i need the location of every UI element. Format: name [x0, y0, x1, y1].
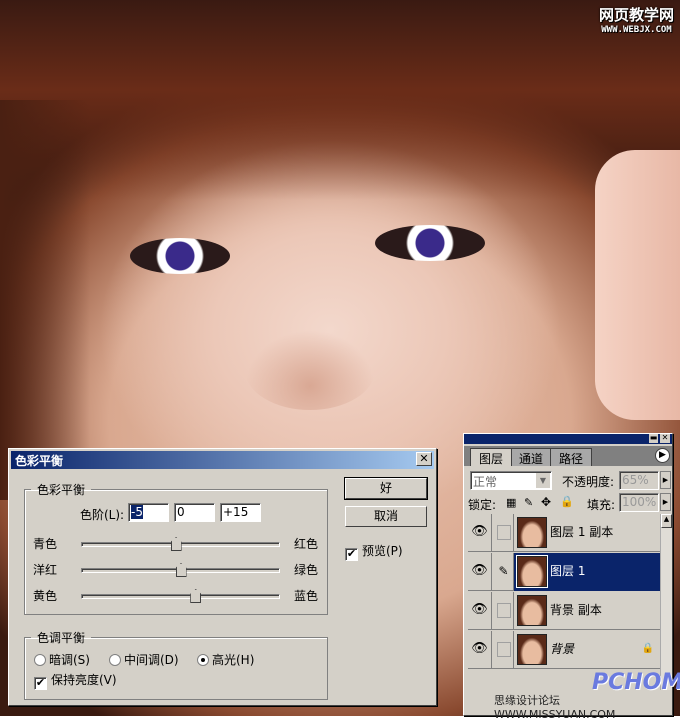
- tab-paths[interactable]: 路径: [550, 448, 593, 466]
- tab-channels[interactable]: 通道: [510, 448, 553, 466]
- ok-button[interactable]: 好: [344, 477, 428, 500]
- magenta-green-slider[interactable]: [81, 563, 280, 577]
- levels-label: 色阶(L):: [80, 508, 125, 522]
- radio-icon: [109, 654, 121, 666]
- lock-move-icon[interactable]: ✥: [541, 495, 551, 509]
- opacity-label: 不透明度:: [562, 475, 615, 489]
- preserve-luminosity-checkbox[interactable]: ✔ 保持亮度(V): [34, 671, 117, 690]
- left-eye: [130, 238, 230, 274]
- magenta-label: 洋红: [33, 563, 58, 577]
- tab-layers[interactable]: 图层: [470, 448, 513, 466]
- layer-thumbnail: [516, 555, 548, 588]
- dialog-titlebar: 色彩平衡 ✕: [11, 451, 434, 469]
- eye-icon[interactable]: 👁: [468, 631, 492, 669]
- panel-menu-icon[interactable]: ▶: [655, 448, 670, 463]
- yellow-blue-slider[interactable]: [81, 589, 280, 603]
- blend-mode-select[interactable]: 正常 ▼: [470, 471, 552, 490]
- fill-arrow[interactable]: ▶: [660, 493, 671, 511]
- cyan-label: 青色: [33, 537, 58, 551]
- hair: [0, 0, 680, 200]
- shadows-radio[interactable]: 暗调(S): [34, 651, 90, 668]
- close-button[interactable]: ✕: [416, 452, 432, 466]
- layers-panel: ▬ ✕ 图层 通道 路径 ▶ 正常 ▼ 不透明度: 65% ▶ 锁定: ▦ ✎ ✥…: [463, 433, 680, 721]
- scroll-up-arrow[interactable]: ▲: [661, 514, 672, 528]
- nose: [245, 330, 375, 410]
- level-yellow-blue-input[interactable]: +15: [220, 503, 261, 522]
- footer-watermark: 思缘设计论坛 WWW.MISSYUAN.COM: [494, 694, 616, 721]
- right-eye: [375, 225, 485, 261]
- cyan-red-slider[interactable]: [81, 537, 280, 551]
- layer-thumbnail: [517, 595, 547, 626]
- lock-label: 锁定:: [468, 498, 497, 512]
- cancel-button[interactable]: 取消: [345, 506, 427, 527]
- level-cyan-red-input[interactable]: -5: [128, 503, 169, 522]
- minimize-icon[interactable]: ▬: [649, 434, 658, 443]
- opacity-arrow[interactable]: ▶: [660, 471, 671, 489]
- fill-input[interactable]: 100%: [619, 493, 659, 512]
- check-icon: ✔: [345, 547, 358, 561]
- close-icon[interactable]: ✕: [660, 434, 670, 443]
- radio-icon: [34, 654, 46, 666]
- lock-transparency-icon[interactable]: ▦: [506, 496, 516, 509]
- brush-icon: ✎: [494, 553, 514, 591]
- watermark: 网页教学网 WWW.WEBJX.COM: [598, 6, 674, 35]
- eye-icon[interactable]: 👁: [468, 514, 492, 552]
- scrollbar[interactable]: ▲: [660, 514, 672, 690]
- eye-icon[interactable]: 👁: [468, 592, 492, 630]
- highlights-radio[interactable]: 高光(H): [197, 651, 254, 668]
- lock-all-icon[interactable]: 🔒: [560, 495, 574, 508]
- layer-row-selected[interactable]: 👁 ✎ 图层 1: [468, 553, 660, 591]
- level-magenta-green-input[interactable]: 0: [174, 503, 215, 522]
- layer-thumbnail: [517, 634, 547, 665]
- yellow-label: 黄色: [33, 589, 58, 603]
- panel-tabs: 图层 通道 路径 ▶: [464, 446, 672, 466]
- eye-icon[interactable]: 👁: [468, 553, 492, 591]
- pchome-logo: PCHOME: [592, 670, 680, 695]
- red-label: 红色: [294, 537, 319, 551]
- layer-row[interactable]: 👁 背景 🔒: [468, 631, 660, 669]
- color-balance-dialog: 色彩平衡 ✕ 色彩平衡 色阶(L): -5 0 +15 青色 红色 洋红 绿色 …: [8, 448, 437, 706]
- panel-titlebar: ▬ ✕: [464, 434, 672, 444]
- blue-label: 蓝色: [294, 589, 319, 603]
- midtones-radio[interactable]: 中间调(D): [109, 651, 179, 668]
- green-label: 绿色: [294, 563, 319, 577]
- radio-selected-icon: [197, 654, 209, 666]
- layer-row[interactable]: 👁 背景 副本: [468, 592, 660, 630]
- chevron-down-icon: ▼: [536, 473, 550, 488]
- hand: [595, 150, 680, 420]
- check-icon: ✔: [34, 676, 47, 690]
- layer-thumbnail: [517, 517, 547, 548]
- lock-brush-icon[interactable]: ✎: [524, 496, 533, 509]
- fill-label: 填充:: [587, 498, 616, 512]
- layer-row[interactable]: 👁 图层 1 副本: [468, 514, 660, 552]
- lock-icon: 🔒: [641, 643, 654, 654]
- preview-checkbox[interactable]: ✔ 预览(P): [345, 542, 403, 561]
- hair-side: [0, 100, 90, 500]
- opacity-input[interactable]: 65%: [619, 471, 659, 490]
